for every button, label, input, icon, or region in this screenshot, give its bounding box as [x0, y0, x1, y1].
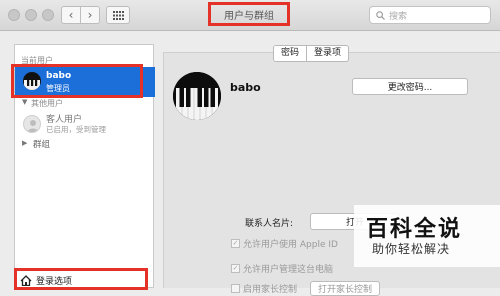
window-title-highlight: 用户与群组: [208, 2, 290, 26]
other-users-label: 其他用户: [31, 99, 63, 108]
minimize-window-button[interactable]: [25, 9, 37, 21]
watermark-subtitle: 助你轻松解决: [372, 242, 451, 256]
zoom-window-button[interactable]: [42, 9, 54, 21]
parental-controls-checkbox[interactable]: [231, 284, 240, 293]
search-placeholder: 搜索: [389, 11, 408, 22]
tab-login-items[interactable]: 登录项: [307, 46, 348, 61]
chevron-left-icon: ‹: [68, 8, 74, 22]
groups-disclosure-icon[interactable]: ▶: [22, 139, 27, 147]
window-title: 用户与群组: [224, 10, 274, 22]
watermark: 百科全说 助你轻松解决: [354, 205, 500, 267]
forward-button[interactable]: ›: [80, 6, 100, 24]
tab-bar: 密码 登录项: [273, 45, 350, 62]
user-avatar[interactable]: [173, 72, 221, 120]
allow-apple-id-label: 允许用户使用 Apple ID: [243, 240, 338, 250]
change-password-button[interactable]: 更改密码...: [352, 78, 468, 95]
guest-avatar-icon: [23, 115, 41, 133]
parental-controls-label: 启用家长控制: [243, 285, 298, 295]
sidebar-item-groups[interactable]: 群组: [33, 138, 50, 150]
tab-password[interactable]: 密码: [274, 46, 308, 61]
disclosure-triangle-icon[interactable]: ▼: [22, 98, 27, 106]
sidebar-item-login-options[interactable]: 登录选项: [20, 274, 72, 287]
search-icon: [376, 10, 385, 20]
current-user-highlight: [11, 64, 143, 98]
user-full-name: babo: [230, 81, 261, 94]
guest-user-status: 已启用，受到管理: [46, 125, 106, 134]
house-icon: [20, 275, 32, 286]
login-options-label: 登录选项: [36, 277, 73, 287]
contact-card-label: 联系人名片:: [245, 219, 294, 229]
grid-icon: [112, 10, 124, 20]
open-parental-controls-button[interactable]: 打开家长控制: [310, 281, 380, 296]
allow-admin-checkbox[interactable]: ✓: [231, 264, 240, 273]
window-titlebar: ‹ › 用户与群组 搜索: [0, 0, 500, 31]
search-field[interactable]: 搜索: [369, 6, 491, 24]
show-all-button[interactable]: [106, 6, 130, 24]
chevron-right-icon: ›: [87, 8, 93, 22]
watermark-title: 百科全说: [366, 217, 463, 242]
allow-apple-id-checkbox[interactable]: ✓: [231, 239, 240, 248]
back-button[interactable]: ‹: [61, 6, 81, 24]
close-window-button[interactable]: [8, 9, 20, 21]
allow-admin-label: 允许用户管理这台电脑: [243, 265, 334, 275]
